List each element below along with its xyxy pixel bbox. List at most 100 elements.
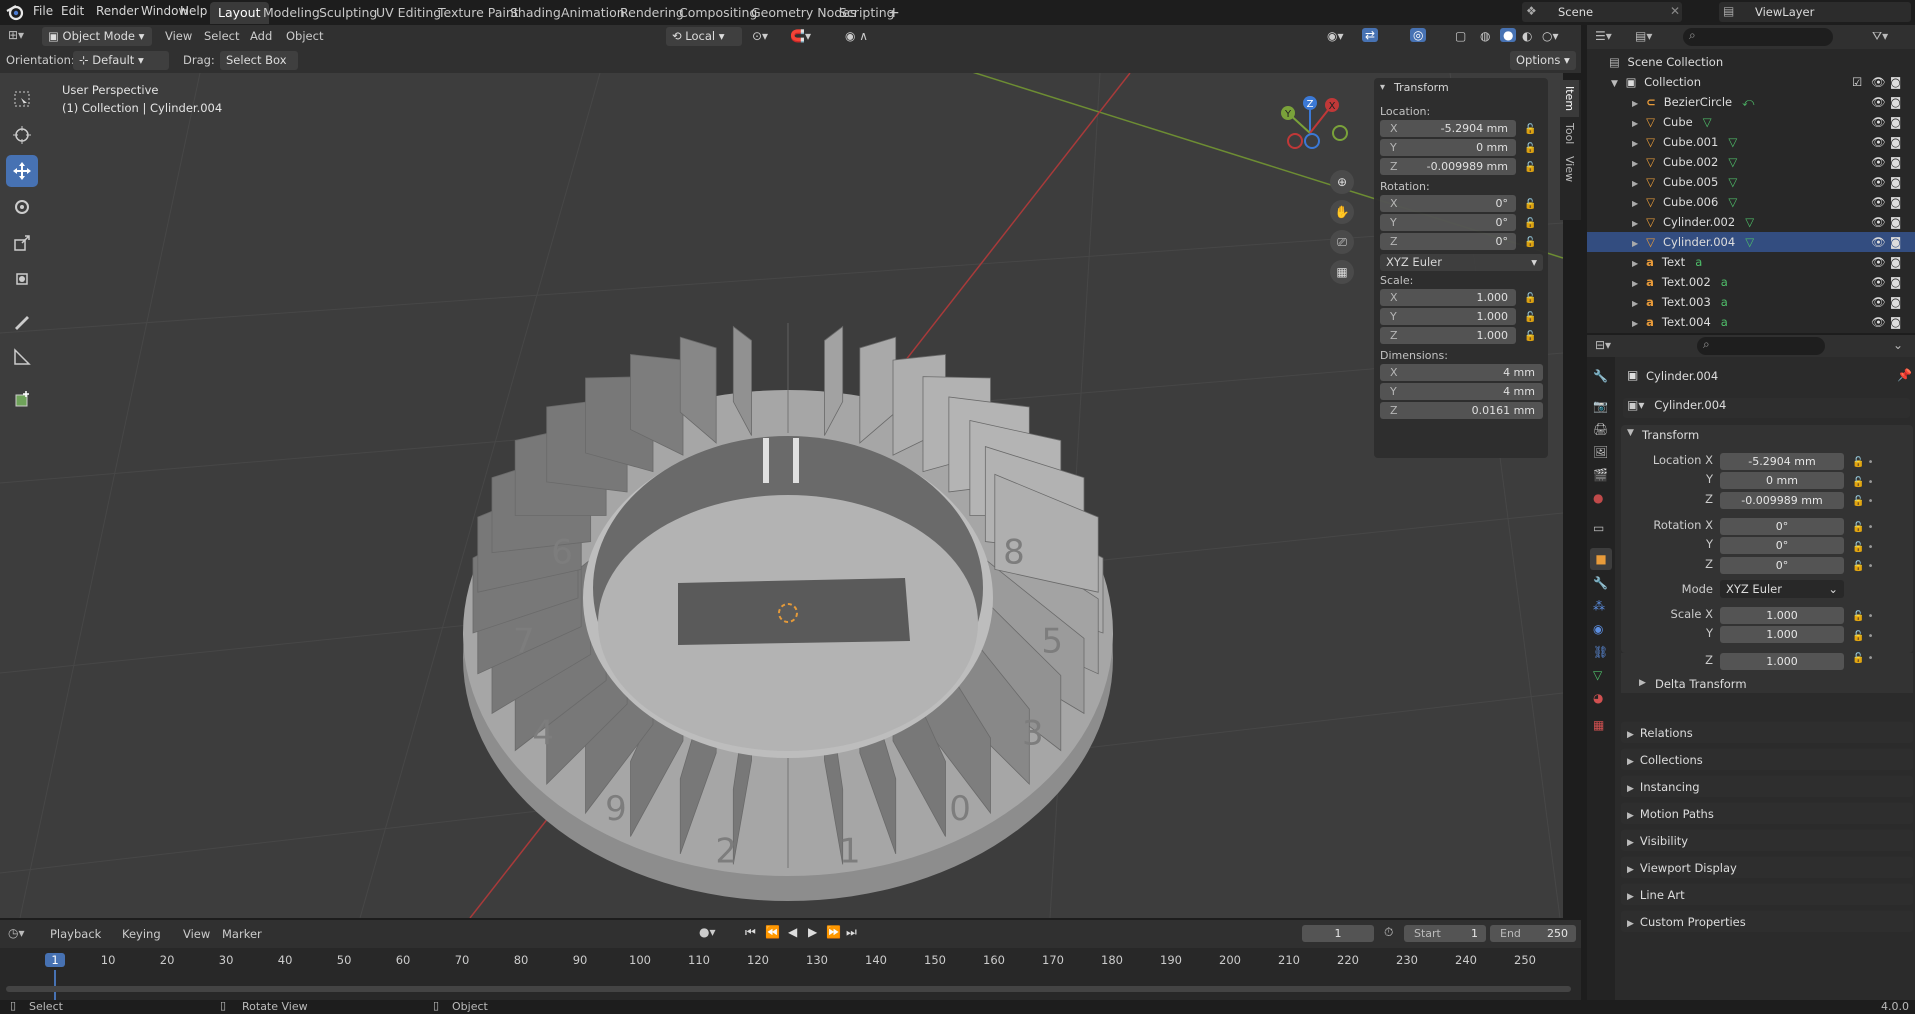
gizmo-icon[interactable]: ⇄: [1362, 28, 1379, 42]
section-motion-paths[interactable]: ▶ Motion Paths: [1621, 802, 1913, 824]
object-name-field[interactable]: ▣▾ Cylinder.004: [1623, 398, 1910, 418]
camera-icon[interactable]: ◙: [1890, 132, 1901, 152]
outliner-editor-icon[interactable]: ☰▾: [1595, 29, 1612, 43]
stopwatch-icon[interactable]: ⏱: [1384, 925, 1393, 940]
scale-z-field[interactable]: Z 1.000: [1380, 327, 1516, 344]
output-tab-icon[interactable]: 🖨: [1593, 422, 1608, 436]
xray-icon[interactable]: ▢: [1455, 29, 1466, 43]
jump-start-icon[interactable]: ⏮: [745, 925, 756, 940]
camera-icon[interactable]: ◙: [1890, 152, 1901, 172]
checkbox-icon[interactable]: ☑: [1852, 72, 1862, 92]
outliner-item[interactable]: ▶ a Text.003 a 👁 ◙: [1587, 292, 1915, 312]
expand-arrow-icon[interactable]: ▶: [1632, 199, 1638, 208]
section-relations[interactable]: ▶ Relations: [1621, 721, 1913, 743]
menu-timeline-view[interactable]: View: [183, 927, 210, 941]
play-reverse-icon[interactable]: ◀: [788, 925, 797, 939]
eye-icon[interactable]: 👁: [1871, 172, 1886, 192]
scene-tab-icon[interactable]: 🎬: [1593, 468, 1608, 482]
particles-tab-icon[interactable]: ⁂: [1593, 599, 1605, 613]
play-icon[interactable]: ▶: [808, 925, 817, 939]
tab-view[interactable]: View: [1560, 150, 1579, 188]
orientation-dropdown[interactable]: ⊹ Default ▾: [73, 51, 169, 70]
lock-icon[interactable]: 🔓 🔓 🔓: [1524, 120, 1536, 177]
outliner-item[interactable]: ▶ ▽ Cube.002 ▽ 👁 ◙: [1587, 152, 1915, 172]
start-frame-field[interactable]: Start 1: [1404, 925, 1486, 942]
expand-arrow-icon[interactable]: ▼: [1611, 79, 1618, 89]
lock-icon[interactable]: 🔓 🔓 🔓: [1524, 289, 1536, 346]
pin-icon[interactable]: 📌: [1897, 368, 1912, 382]
view-layer-tab-icon[interactable]: 🖼: [1593, 445, 1608, 459]
menu-render[interactable]: Render: [96, 4, 139, 18]
location-z-field[interactable]: Z -0.009989 mm: [1380, 158, 1516, 175]
menu-help[interactable]: Help: [180, 4, 207, 18]
menu-select[interactable]: Select: [204, 29, 239, 43]
scene-selector[interactable]: ❖ Scene ✕: [1522, 2, 1682, 22]
material-shading-icon[interactable]: ◐: [1522, 29, 1532, 43]
outliner-item[interactable]: ▶ ▽ Cylinder.002 ▽ 👁 ◙: [1587, 212, 1915, 232]
outliner-item[interactable]: ▶ ⊂ BezierCircle ⤺ 👁 ◙: [1587, 92, 1915, 112]
expand-arrow-icon[interactable]: ▶: [1632, 259, 1638, 268]
section-visibility[interactable]: ▶ Visibility: [1621, 829, 1913, 851]
camera-icon[interactable]: ◙: [1890, 232, 1901, 252]
texture-tab-icon[interactable]: ▦: [1593, 718, 1604, 732]
expand-arrow-icon[interactable]: ▶: [1632, 239, 1638, 248]
expand-arrow-icon[interactable]: ▶: [1632, 179, 1638, 188]
camera-icon[interactable]: ◙: [1890, 112, 1901, 132]
outliner-search-input[interactable]: ⌕: [1683, 28, 1833, 46]
outliner-item[interactable]: ▶ a Text.004 a 👁 ◙: [1587, 312, 1915, 332]
menu-file[interactable]: File: [33, 4, 53, 18]
eye-icon[interactable]: 👁: [1871, 252, 1886, 272]
close-icon[interactable]: ✕: [1670, 4, 1680, 18]
select-box-tool-icon[interactable]: [6, 83, 38, 115]
lock-icon[interactable]: 🔓 • 🔓 • 🔓 •: [1852, 453, 1874, 512]
drag-dropdown[interactable]: Select Box ▾: [220, 51, 298, 86]
camera-icon[interactable]: ◙: [1890, 272, 1901, 292]
eye-icon[interactable]: 👁: [1871, 152, 1886, 172]
eye-icon[interactable]: 👁: [1871, 72, 1886, 92]
add-cube-tool-icon[interactable]: [6, 383, 38, 415]
properties-search-input[interactable]: ⌕: [1697, 337, 1825, 355]
navigation-gizmo[interactable]: Z Y X: [1270, 93, 1350, 173]
editor-type-icon[interactable]: ⊞▾: [8, 28, 24, 42]
menu-add[interactable]: Add: [250, 29, 272, 43]
prop-rotation-x-field[interactable]: 0°: [1720, 518, 1844, 535]
move-tool-icon[interactable]: [6, 155, 38, 187]
camera-icon[interactable]: ◙: [1890, 212, 1901, 232]
pivot-icon[interactable]: ⊙▾: [752, 29, 768, 43]
rotation-x-field[interactable]: X 0°: [1380, 195, 1516, 212]
lock-icon[interactable]: 🔓 🔓 🔓: [1524, 195, 1536, 252]
prop-rotation-y-field[interactable]: 0°: [1720, 537, 1844, 554]
solid-shading-icon[interactable]: ●: [1500, 28, 1517, 42]
dimensions-z-field[interactable]: Z 0.0161 mm: [1380, 402, 1543, 419]
record-icon[interactable]: ●▾: [699, 925, 716, 939]
material-tab-icon[interactable]: ◕: [1593, 691, 1603, 705]
prop-scale-y-field[interactable]: 1.000: [1720, 626, 1844, 643]
location-x-field[interactable]: X -5.2904 mm: [1380, 120, 1516, 137]
measure-tool-icon[interactable]: [6, 341, 38, 373]
next-keyframe-icon[interactable]: ⏩: [826, 925, 841, 939]
timeline-scrollbar[interactable]: [6, 986, 1571, 992]
tab-item[interactable]: Item: [1560, 80, 1579, 118]
prev-keyframe-icon[interactable]: ⏪: [765, 925, 780, 939]
expand-arrow-icon[interactable]: ▶: [1632, 159, 1638, 168]
section-viewport-display[interactable]: ▶ Viewport Display: [1621, 856, 1913, 878]
mode-selector[interactable]: ▣ Object Mode ▾: [42, 27, 152, 46]
prop-location-x-field[interactable]: -5.2904 mm: [1720, 453, 1844, 470]
delta-transform-label[interactable]: Delta Transform: [1655, 677, 1747, 691]
collection-tab-icon[interactable]: ▭: [1593, 521, 1604, 535]
tool-tab-icon[interactable]: 🔧: [1593, 369, 1608, 383]
properties-editor-icon[interactable]: ⊟▾: [1595, 338, 1611, 352]
eye-icon[interactable]: 👁: [1871, 312, 1886, 332]
scale-y-field[interactable]: Y 1.000: [1380, 308, 1516, 325]
collection-row[interactable]: ▼ ▣ Collection ☑ 👁 ◙: [1587, 72, 1915, 92]
scene-collection-row[interactable]: ▤ Scene Collection: [1587, 52, 1915, 72]
eye-icon[interactable]: 👁: [1871, 112, 1886, 132]
transform-collapse-icon[interactable]: ▼: [1627, 428, 1634, 438]
tab-tool[interactable]: Tool: [1560, 117, 1579, 150]
lock-icon[interactable]: 🔓 • 🔓 • 🔓 •: [1852, 518, 1874, 577]
eye-icon[interactable]: 👁: [1871, 92, 1886, 112]
outliner-item[interactable]: ▶ a Text.002 a 👁 ◙: [1587, 272, 1915, 292]
menu-view[interactable]: View: [165, 29, 192, 43]
outliner-item[interactable]: ▶ ▽ Cube.005 ▽ 👁 ◙: [1587, 172, 1915, 192]
menu-object[interactable]: Object: [286, 29, 323, 43]
